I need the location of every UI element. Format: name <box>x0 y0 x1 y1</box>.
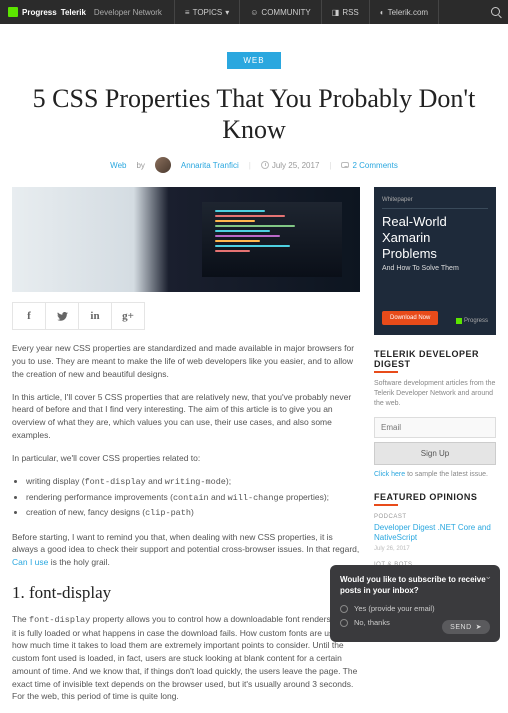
featured-date: July 26, 2017 <box>374 546 496 552</box>
share-facebook[interactable]: f <box>12 302 46 330</box>
list-item: writing display (font-display and writin… <box>26 474 360 489</box>
progress-logo-icon <box>8 7 18 17</box>
para: In this article, I'll cover 5 CSS proper… <box>12 391 360 442</box>
para: Before starting, I want to remind you th… <box>12 531 360 569</box>
article-body: Every year new CSS properties are standa… <box>12 342 360 703</box>
clock-icon <box>261 161 269 169</box>
list-icon: ≡ <box>185 8 190 17</box>
brand-sub: Telerik <box>61 8 86 17</box>
meta-comments-link[interactable]: 2 Comments <box>352 161 397 170</box>
digest-sample: Click here to sample the latest issue. <box>374 471 496 478</box>
radio-icon <box>340 619 348 627</box>
nav-community[interactable]: ☺COMMUNITY <box>239 0 321 24</box>
category-badge[interactable]: WEB <box>227 52 281 69</box>
meta-category[interactable]: Web <box>110 161 126 170</box>
download-button[interactable]: Download Now <box>382 311 438 325</box>
promo-brand: Progress <box>456 318 488 324</box>
sample-link[interactable]: Click here <box>374 471 405 478</box>
close-icon[interactable]: ⌄ <box>484 571 492 582</box>
popup-question: Would you like to subscribe to receive p… <box>340 575 490 596</box>
nav-rss[interactable]: ◨RSS <box>321 0 369 24</box>
meta-date: July 25, 2017 <box>261 161 320 170</box>
twitter-icon <box>57 312 68 321</box>
share-twitter[interactable] <box>45 302 79 330</box>
nav-telerik[interactable]: ◐Telerik.com <box>369 0 439 24</box>
topbar-nav: ≡TOPICS▾ ☺COMMUNITY ◨RSS ◐Telerik.com <box>174 0 439 24</box>
para: In particular, we'll cover CSS propertie… <box>12 452 360 465</box>
promo-tag: Whitepaper <box>382 197 488 203</box>
digest-desc: Software development articles from the T… <box>374 379 496 408</box>
main-column: f in g+ Every year new CSS properties ar… <box>12 187 360 713</box>
comment-icon <box>341 162 349 168</box>
share-linkedin[interactable]: in <box>78 302 112 330</box>
email-input[interactable] <box>374 417 496 438</box>
brand-main: Progress <box>22 8 57 17</box>
person-icon: ☺ <box>250 8 258 17</box>
promo-title: Real-World Xamarin Problems <box>382 214 488 261</box>
nav-rss-label: RSS <box>342 8 358 17</box>
nav-topics[interactable]: ≡TOPICS▾ <box>174 0 239 24</box>
rss-icon: ◨ <box>332 8 340 17</box>
nav-topics-label: TOPICS <box>193 8 223 17</box>
meta-author[interactable]: Annarita Tranfici <box>181 161 239 170</box>
bullet-list: writing display (font-display and writin… <box>26 474 360 520</box>
caniuse-link[interactable]: Can I use <box>12 557 48 567</box>
featured-widget: FEATURED OPINIONS PODCAST Developer Dige… <box>374 492 496 568</box>
para: The font-display property allows you to … <box>12 613 360 703</box>
topbar: Progress Telerik Developer Network ≡TOPI… <box>0 0 508 24</box>
accent-rule <box>374 371 398 373</box>
featured-link[interactable]: Developer Digest .NET Core and NativeScr… <box>374 523 496 544</box>
hero-image <box>12 187 360 292</box>
article-meta: Web by Annarita Tranfici | July 25, 2017… <box>0 157 508 173</box>
chevron-down-icon: ▾ <box>225 8 229 17</box>
author-avatar[interactable] <box>155 157 171 173</box>
meta-by: by <box>136 161 144 170</box>
progress-logo-icon <box>456 318 462 324</box>
featured-tag: PODCAST <box>374 514 496 520</box>
section-heading: 1. font-display <box>12 583 360 603</box>
article-title: 5 CSS Properties That You Probably Don't… <box>24 83 484 145</box>
featured-title: FEATURED OPINIONS <box>374 492 496 502</box>
accent-rule <box>374 504 398 506</box>
popup-option-yes[interactable]: Yes (provide your email) <box>340 604 490 613</box>
social-share: f in g+ <box>12 302 360 330</box>
search-button[interactable] <box>481 7 500 18</box>
meta-sep: | <box>329 161 331 170</box>
meta-date-text: July 25, 2017 <box>272 161 320 170</box>
digest-title: TELERIK DEVELOPER DIGEST <box>374 349 496 369</box>
nav-telerik-label: Telerik.com <box>388 8 428 17</box>
digest-widget: TELERIK DEVELOPER DIGEST Software develo… <box>374 349 496 477</box>
send-icon: ➤ <box>476 623 482 631</box>
list-item: rendering performance improvements (cont… <box>26 490 360 505</box>
meta-sep: | <box>249 161 251 170</box>
promo-subtitle: And How To Solve Them <box>382 265 488 272</box>
signup-button[interactable]: Sign Up <box>374 442 496 465</box>
globe-icon: ◐ <box>380 8 385 17</box>
send-button[interactable]: SEND➤ <box>442 620 490 634</box>
meta-comments[interactable]: 2 Comments <box>341 161 397 170</box>
brand-network: Developer Network <box>94 8 162 17</box>
share-google[interactable]: g+ <box>111 302 145 330</box>
brand[interactable]: Progress Telerik Developer Network <box>8 7 162 17</box>
list-item: creation of new, fancy designs (clip-pat… <box>26 505 360 520</box>
promo-card[interactable]: Whitepaper Real-World Xamarin Problems A… <box>374 187 496 335</box>
radio-icon <box>340 605 348 613</box>
para: Every year new CSS properties are standa… <box>12 342 360 380</box>
nav-community-label: COMMUNITY <box>261 8 310 17</box>
subscribe-popup: ⌄ Would you like to subscribe to receive… <box>330 565 500 642</box>
search-icon <box>491 7 500 16</box>
